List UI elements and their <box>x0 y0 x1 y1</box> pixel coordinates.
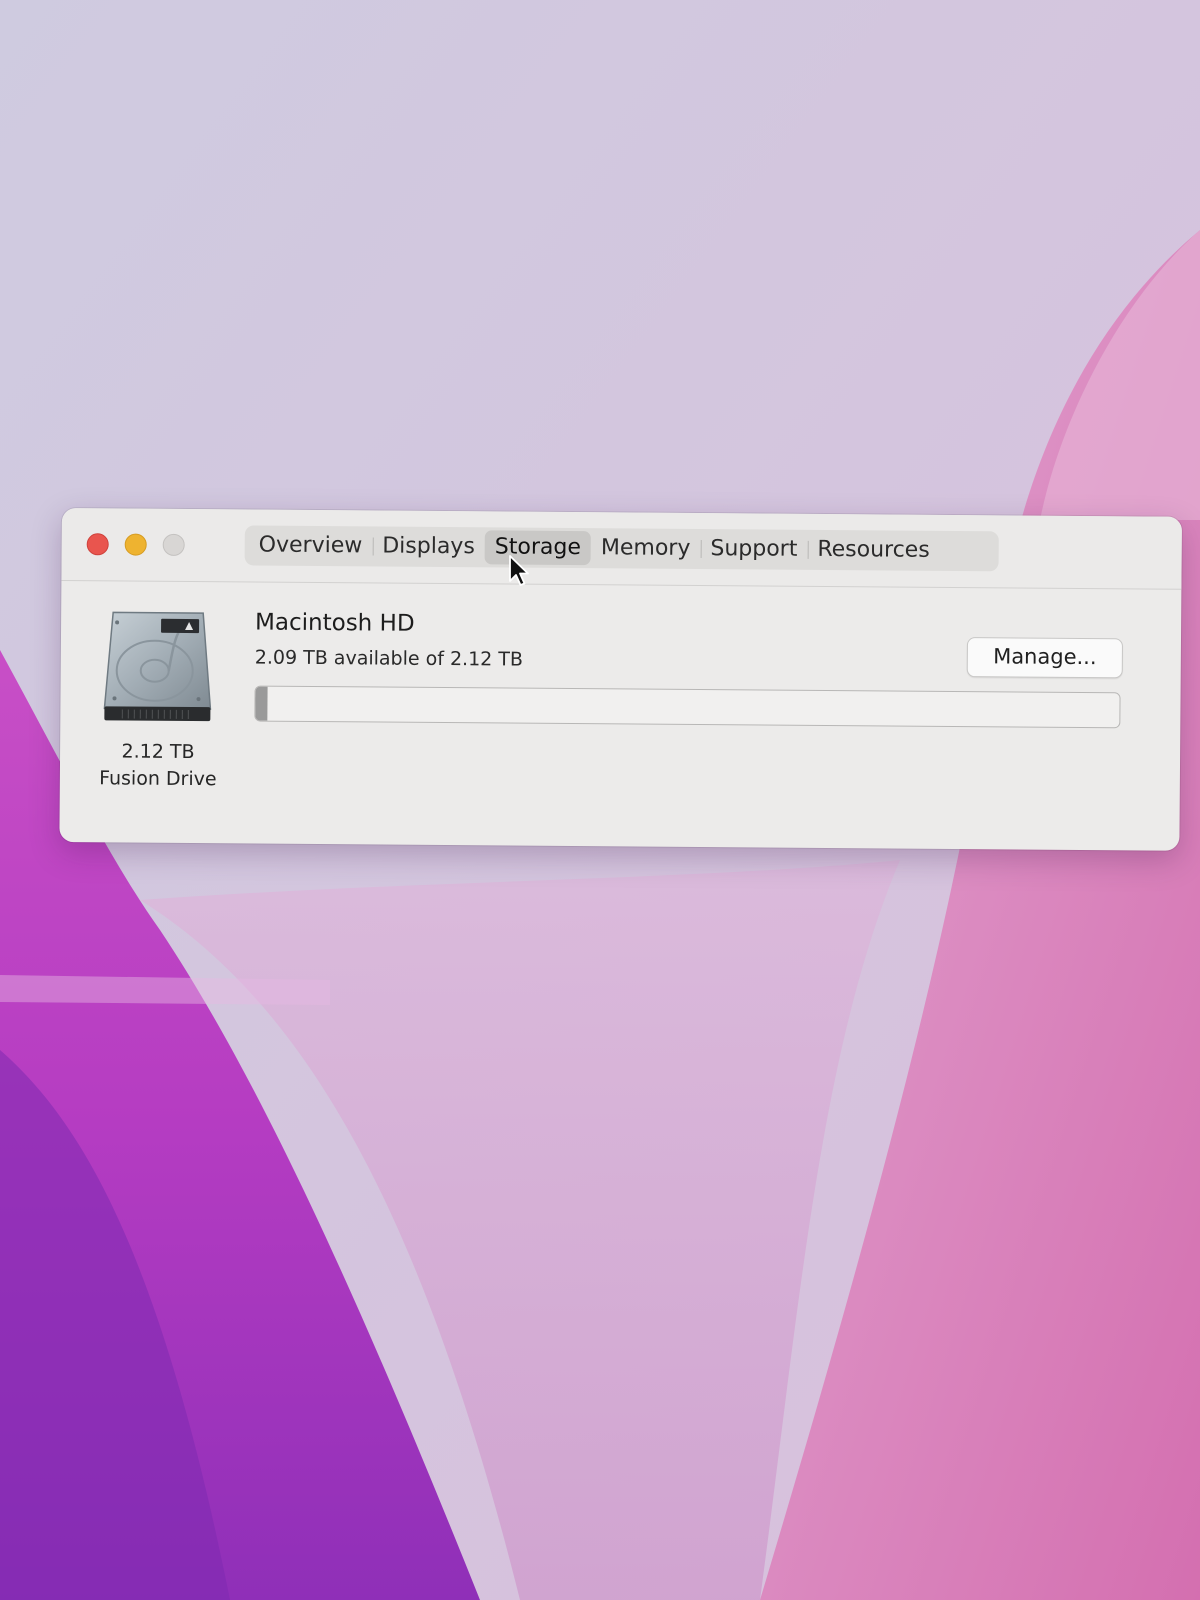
volume-name: Macintosh HD <box>255 609 415 637</box>
storage-usage-bar <box>254 685 1121 729</box>
tab-resources[interactable]: Resources <box>807 533 940 568</box>
minimize-button[interactable] <box>124 533 147 556</box>
tab-displays[interactable]: Displays <box>372 529 485 564</box>
tab-support[interactable]: Support <box>700 532 807 567</box>
tab-storage[interactable]: Storage <box>484 530 592 566</box>
tab-overview[interactable]: Overview <box>249 528 373 563</box>
storage-pane: 2.12 TB Fusion Drive Macintosh HD 2.09 T… <box>59 580 1181 851</box>
tab-memory[interactable]: Memory <box>591 531 701 566</box>
storage-usage-fill <box>255 686 268 721</box>
about-this-mac-window: Overview Displays Storage Memory Support… <box>59 508 1182 851</box>
drive-capacity: 2.12 TB <box>121 740 195 764</box>
manage-button[interactable]: Manage... <box>966 637 1124 679</box>
arrow-cursor-icon <box>509 555 529 586</box>
zoom-button[interactable] <box>162 533 185 556</box>
drive-type: Fusion Drive <box>99 767 217 791</box>
tab-bar: Overview Displays Storage Memory Support… <box>244 525 999 572</box>
hard-drive-icon <box>103 611 212 722</box>
drive-capacity-label: 2.12 TB Fusion Drive <box>78 738 238 793</box>
volume-availability: 2.09 TB available of 2.12 TB <box>254 646 524 671</box>
close-button[interactable] <box>86 533 109 556</box>
title-bar: Overview Displays Storage Memory Support… <box>61 508 1182 590</box>
